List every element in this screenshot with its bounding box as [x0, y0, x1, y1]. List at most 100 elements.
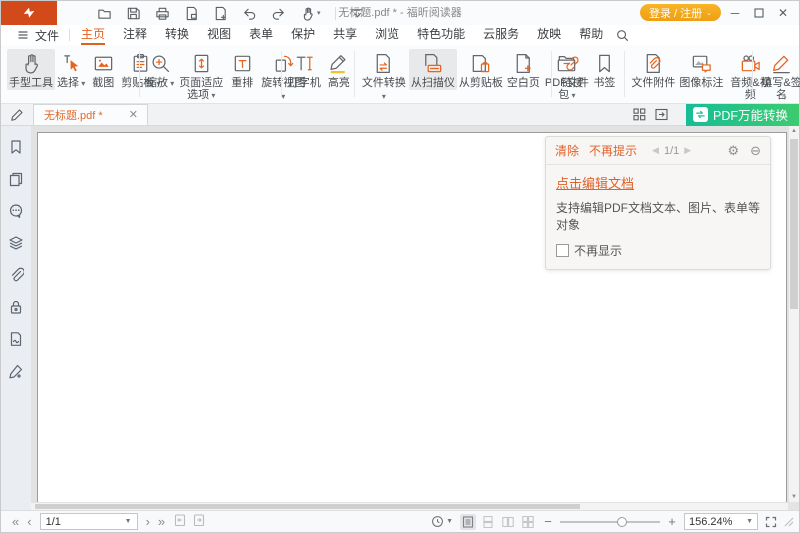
page-layout-buttons: [460, 514, 536, 530]
menu-item-11[interactable]: 放映: [528, 25, 570, 45]
ribbon-item-bookmark[interactable]: 书签: [588, 49, 620, 90]
page-thumbnails-panel-icon[interactable]: [8, 171, 24, 187]
login-register-button[interactable]: 登录 / 注册 ⌄: [640, 4, 721, 21]
vertical-scrollbar[interactable]: ▲ ▼: [788, 126, 799, 502]
document-tab-bar: 无标题.pdf * ✕ PDF万能转换: [1, 104, 799, 126]
print-icon[interactable]: [155, 6, 170, 21]
single-page-view-button[interactable]: [460, 514, 476, 530]
zoom-slider[interactable]: [560, 515, 660, 529]
checkbox-icon[interactable]: [556, 244, 569, 257]
menu-bar: 文件 主页注释转换视图表单保护共享浏览特色功能云服务放映帮助: [1, 25, 799, 45]
export-pdf-icon[interactable]: [184, 6, 199, 21]
thumbnails-grid-icon[interactable]: [633, 108, 646, 121]
ribbon-item-reflow[interactable]: 重排: [226, 49, 258, 90]
ribbon-item-highlight[interactable]: 高亮: [323, 49, 355, 90]
vertical-scroll-thumb[interactable]: [790, 139, 798, 309]
edit-pdf-icon[interactable]: [1, 104, 33, 125]
previous-view-icon[interactable]: [173, 513, 187, 530]
ribbon-item-image-annotation[interactable]: 图像标注: [677, 49, 725, 90]
next-page-button[interactable]: ›: [146, 515, 150, 528]
create-pdf-icon[interactable]: [213, 6, 228, 21]
menu-item-file[interactable]: 文件: [9, 25, 67, 45]
next-tip-icon[interactable]: ▶: [684, 145, 691, 156]
menu-item-2[interactable]: 注释: [114, 25, 156, 45]
tab-close-icon[interactable]: ✕: [129, 110, 138, 121]
tip-minimize-icon[interactable]: ⊖: [750, 143, 761, 159]
zoom-out-button[interactable]: −: [543, 514, 553, 529]
ribbon-group-6: 文件附件图像标注音频&视频: [629, 49, 747, 102]
bookmarks-panel-icon[interactable]: [8, 139, 24, 155]
ribbon-item-convert[interactable]: 文件转换 ▾: [359, 49, 409, 104]
ribbon-group-divider: [281, 51, 282, 97]
ribbon-item-label: 文件转换 ▾: [361, 77, 407, 103]
view-rotate-button[interactable]: ▼: [431, 515, 453, 528]
ribbon-item-zoom[interactable]: 缩放 ▾: [144, 49, 176, 91]
ribbon-item-blank-page[interactable]: 空白页: [505, 49, 542, 90]
fullscreen-icon[interactable]: [765, 516, 777, 528]
layers-panel-icon[interactable]: [8, 235, 24, 251]
ribbon-item-attachment[interactable]: 文件附件: [629, 49, 677, 90]
save-icon[interactable]: [126, 6, 141, 21]
ribbon-item-snapshot[interactable]: 截图: [87, 49, 119, 90]
menu-item-9[interactable]: 特色功能: [408, 25, 474, 45]
tab-list-icon[interactable]: [655, 108, 668, 121]
from-clipboard-icon: [469, 51, 492, 75]
ribbon-item-fill-sign[interactable]: 填写&签名: [757, 49, 800, 102]
dont-remind-link[interactable]: 不再提示: [589, 142, 637, 159]
menu-item-4[interactable]: 视图: [198, 25, 240, 45]
document-tab[interactable]: 无标题.pdf * ✕: [33, 104, 148, 125]
pdf-converter-button[interactable]: PDF万能转换: [686, 104, 799, 126]
signatures-panel-icon[interactable]: [8, 331, 24, 347]
dont-show-checkbox-row[interactable]: 不再显示: [556, 242, 760, 259]
maximize-button[interactable]: [747, 1, 771, 25]
horizontal-scrollbar[interactable]: [31, 502, 788, 510]
menu-item-3[interactable]: 转换: [156, 25, 198, 45]
previous-page-button[interactable]: ‹: [27, 515, 31, 528]
minimize-button[interactable]: ─: [723, 1, 747, 25]
tip-settings-icon[interactable]: ⚙: [727, 143, 739, 159]
ribbon-item-from-clipboard[interactable]: 从剪贴板: [457, 49, 505, 90]
snapshot-icon: [92, 51, 115, 75]
menu-item-1[interactable]: 主页: [72, 25, 114, 45]
next-view-icon[interactable]: [192, 513, 206, 530]
security-panel-icon[interactable]: [8, 299, 24, 315]
ribbon-item-hand[interactable]: 手型工具: [7, 49, 55, 90]
resize-grip[interactable]: [784, 517, 794, 527]
prev-tip-icon[interactable]: ◀: [652, 145, 659, 156]
ribbon-item-scanner[interactable]: 从扫描仪: [409, 49, 457, 90]
page-number-combo[interactable]: 1/1 ▼: [40, 513, 138, 530]
ribbon-item-select[interactable]: 选择 ▾: [55, 49, 87, 91]
attachments-panel-icon[interactable]: [8, 267, 24, 283]
ribbon-item-link[interactable]: 链接: [556, 49, 588, 90]
ribbon-group-3: 打字机高亮: [286, 49, 350, 90]
scroll-down-icon[interactable]: ▼: [789, 494, 799, 500]
search-icon[interactable]: [616, 29, 629, 42]
zoom-slider-knob[interactable]: [617, 517, 627, 527]
zoom-in-button[interactable]: +: [667, 514, 677, 529]
menu-item-5[interactable]: 表单: [240, 25, 282, 45]
clear-link[interactable]: 清除: [555, 142, 579, 159]
comments-panel-icon[interactable]: [8, 203, 24, 219]
open-folder-icon[interactable]: [97, 6, 112, 21]
collapse-ribbon-icon[interactable]: ˄: [782, 92, 787, 101]
convert-swap-icon: [693, 107, 708, 122]
ribbon-item-typewriter[interactable]: 打字机: [286, 49, 323, 90]
menu-item-6[interactable]: 保护: [282, 25, 324, 45]
edit-document-link[interactable]: 点击编辑文档: [556, 173, 760, 192]
scroll-up-icon[interactable]: ▲: [789, 128, 799, 134]
first-page-button[interactable]: «: [12, 515, 19, 528]
menu-item-8[interactable]: 浏览: [366, 25, 408, 45]
menu-item-7[interactable]: 共享: [324, 25, 366, 45]
last-page-button[interactable]: »: [158, 515, 165, 528]
facing-view-button[interactable]: [500, 514, 516, 530]
horizontal-scroll-thumb[interactable]: [35, 504, 580, 509]
facing-continuous-view-button[interactable]: [520, 514, 536, 530]
zoom-level-combo[interactable]: 156.24% ▼: [684, 513, 758, 530]
close-button[interactable]: ✕: [771, 1, 795, 25]
ribbon-item-fit-page[interactable]: 页面适应选项 ▾: [176, 49, 226, 103]
fill-sign-icon: [770, 51, 793, 75]
continuous-view-button[interactable]: [480, 514, 496, 530]
menu-item-12[interactable]: 帮助: [570, 25, 612, 45]
form-fields-panel-icon[interactable]: [8, 363, 24, 379]
menu-item-10[interactable]: 云服务: [474, 25, 528, 45]
